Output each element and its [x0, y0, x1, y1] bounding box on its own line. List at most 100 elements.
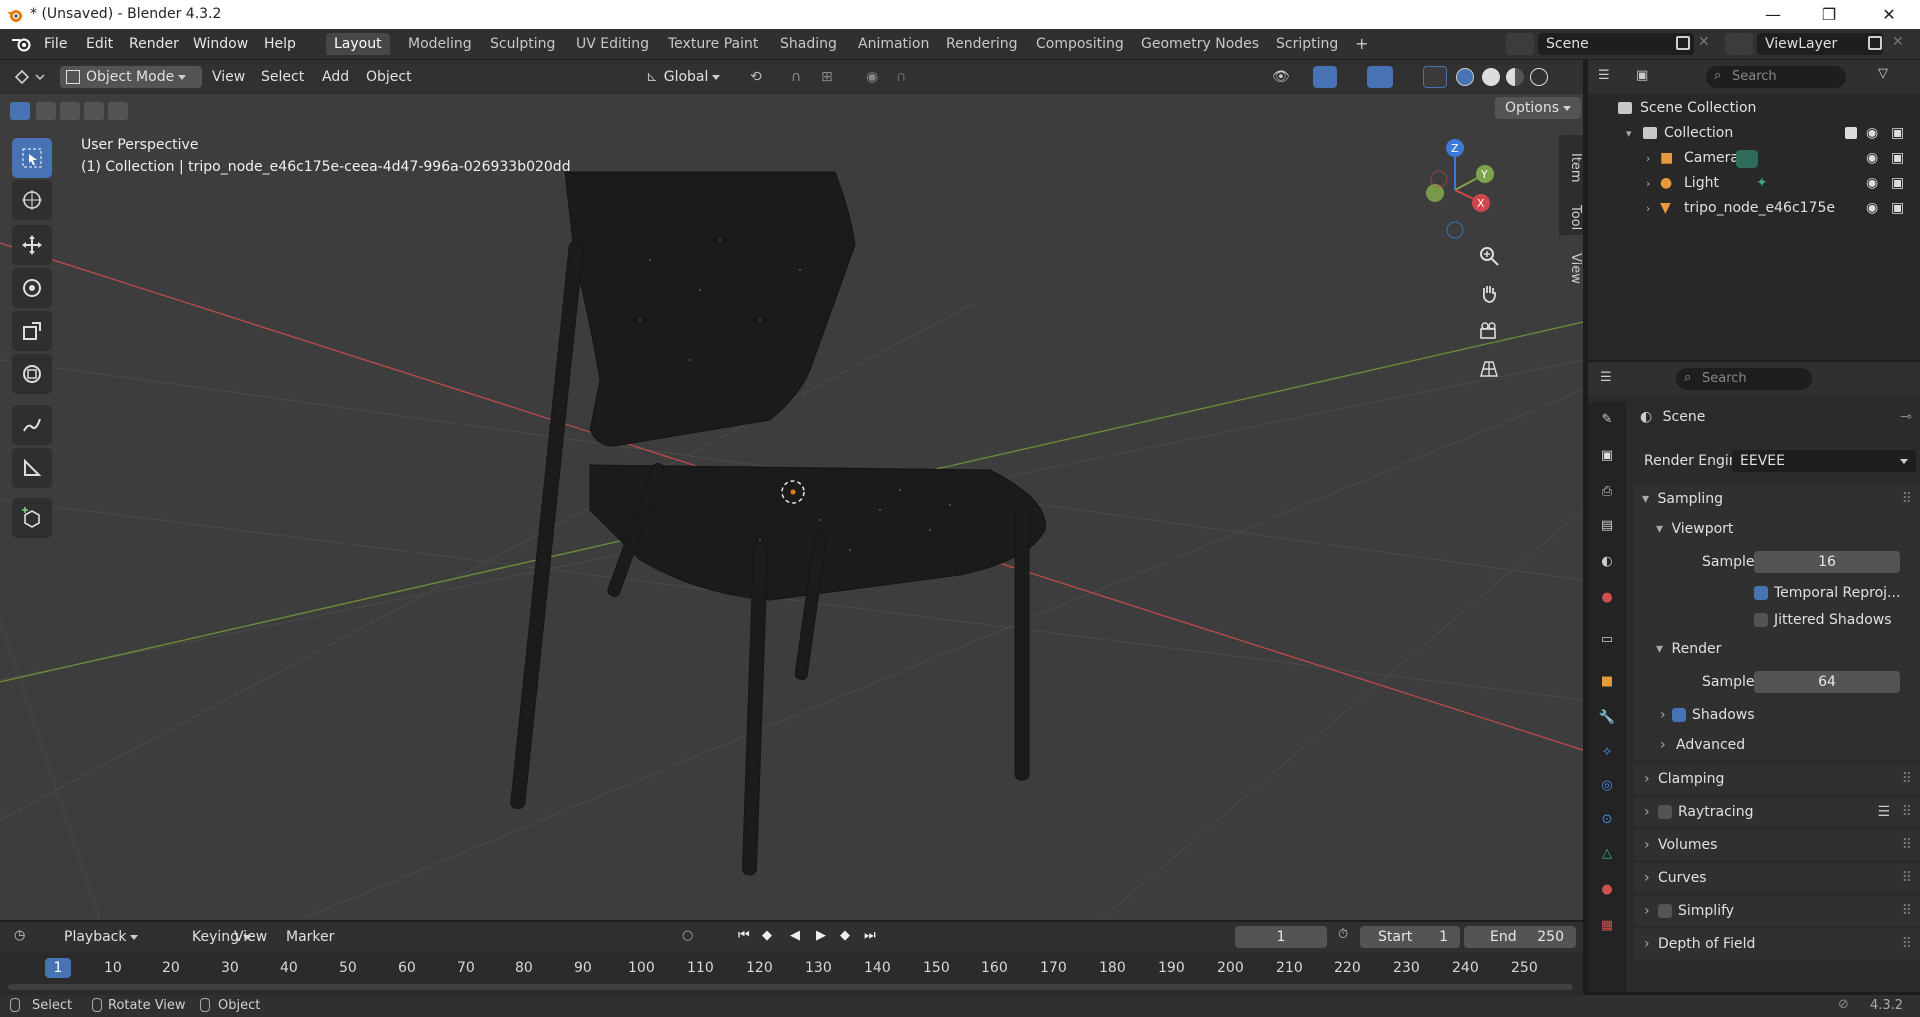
mesh-expand-icon[interactable]: › — [1646, 196, 1650, 221]
simplify-checkbox[interactable] — [1658, 904, 1672, 918]
tab-animation[interactable]: Animation — [850, 33, 937, 55]
particles-tab-icon[interactable]: ⟡ — [1596, 740, 1618, 762]
annotate-tool[interactable] — [12, 405, 52, 445]
viewport-menu-add[interactable]: Add — [316, 66, 355, 88]
options-dropdown[interactable]: Options — [1495, 97, 1582, 119]
collection-expand-icon[interactable]: ▾ — [1626, 121, 1632, 146]
clamping-drag-handle-icon[interactable]: ⠿ — [1902, 764, 1912, 794]
viewlayer-browse-icon[interactable] — [1725, 33, 1753, 55]
stopwatch-icon[interactable]: ⏱ — [1338, 927, 1348, 942]
light-render-icon[interactable]: ▣ — [1891, 171, 1904, 196]
outliner-row-scene-collection[interactable]: Scene Collection — [1588, 96, 1920, 121]
data-tab-icon[interactable]: △ — [1596, 842, 1618, 864]
tab-uv-editing[interactable]: UV Editing — [568, 33, 657, 55]
presets-list-icon[interactable]: ☰ — [1877, 797, 1890, 827]
constraints-tab-icon[interactable]: ⊙ — [1596, 808, 1618, 830]
move-tool[interactable] — [12, 225, 52, 265]
shadows-subpanel-header[interactable]: › Shadows — [1634, 700, 1920, 730]
solid-shading-icon[interactable] — [1482, 68, 1500, 86]
timeline-scrollbar[interactable] — [8, 984, 1573, 990]
tab-compositing[interactable]: Compositing — [1028, 33, 1132, 55]
measure-tool[interactable] — [12, 448, 52, 488]
filter-icon[interactable]: ▽ — [1878, 66, 1888, 81]
world-tab-icon[interactable]: ● — [1596, 586, 1618, 608]
gizmo-toggle-icon[interactable] — [1313, 66, 1337, 88]
object-mode-dropdown[interactable]: Object Mode — [60, 66, 202, 88]
tab-texture-paint[interactable]: Texture Paint — [660, 33, 766, 55]
dof-drag-handle-icon[interactable]: ⠿ — [1902, 929, 1912, 959]
render-tab-icon[interactable]: ▣ — [1596, 444, 1618, 466]
camera-view-icon[interactable] — [1472, 314, 1506, 348]
tab-modeling[interactable]: Modeling — [400, 33, 480, 55]
view-layer-tab-icon[interactable]: ▤ — [1596, 514, 1618, 536]
minimize-button[interactable]: — — [1750, 0, 1796, 29]
editor-type-icon[interactable] — [14, 68, 48, 86]
collection-tab-icon[interactable]: ▭ — [1596, 628, 1618, 650]
blender-menu-icon[interactable] — [12, 36, 32, 52]
pivot-point-icon[interactable]: ⟲ — [744, 66, 768, 88]
overlay-toggle-icon[interactable] — [1367, 66, 1393, 88]
output-tab-icon[interactable]: ⎙ — [1596, 480, 1618, 502]
snap-icon[interactable]: ∩ — [785, 66, 807, 88]
material-shading-icon[interactable] — [1506, 68, 1524, 86]
jump-to-start-icon[interactable]: ⏮ — [738, 928, 750, 943]
mesh-render-icon[interactable]: ▣ — [1891, 196, 1904, 221]
snap-target-icon[interactable]: ⊞ — [815, 66, 839, 88]
wireframe-shading-icon[interactable] — [1456, 68, 1474, 86]
menu-render[interactable]: Render — [123, 34, 185, 54]
jump-to-end-icon[interactable]: ⏭ — [864, 928, 876, 943]
curves-drag-handle-icon[interactable]: ⠿ — [1902, 863, 1912, 893]
scene-browse-icon[interactable] — [1506, 33, 1534, 55]
new-viewlayer-icon[interactable] — [1868, 36, 1882, 50]
tab-sculpting[interactable]: Sculpting — [482, 33, 563, 55]
render-subpanel-header[interactable]: ▾ Render — [1634, 634, 1920, 664]
auto-keying-icon[interactable]: ○ — [682, 928, 693, 943]
transform-tool[interactable] — [12, 354, 52, 394]
mesh-visibility-icon[interactable]: ◉ — [1866, 196, 1878, 221]
volumes-drag-handle-icon[interactable]: ⠿ — [1902, 830, 1912, 860]
end-frame-field[interactable]: End 250 — [1464, 926, 1576, 948]
depth-of-field-panel-header[interactable]: › Depth of Field ⠿ — [1634, 929, 1920, 959]
raytracing-checkbox[interactable] — [1658, 805, 1672, 819]
transform-orientation-dropdown[interactable]: ⊾ Global — [640, 66, 726, 88]
scale-tool[interactable] — [12, 311, 52, 351]
volumes-panel-header[interactable]: › Volumes ⠿ — [1634, 830, 1920, 860]
temporal-reprojection-row[interactable]: Temporal Reproj... — [1634, 580, 1920, 606]
menu-window[interactable]: Window — [187, 34, 254, 54]
timeline-editor-type-icon[interactable]: ◷ — [14, 928, 25, 943]
select-intersect-icon[interactable] — [108, 102, 128, 120]
3d-viewport[interactable]: Object Mode View Select Add Object ⊾ Glob… — [0, 60, 1583, 920]
pin-icon[interactable]: ⊸ — [1900, 402, 1912, 432]
rotate-tool[interactable] — [12, 268, 52, 308]
camera-expand-icon[interactable]: › — [1646, 146, 1650, 171]
drag-handle-icon[interactable]: ⠿ — [1902, 484, 1912, 514]
object-tab-icon[interactable]: ■ — [1596, 670, 1618, 692]
viewport-menu-select[interactable]: Select — [255, 66, 310, 88]
jittered-shadows-checkbox[interactable] — [1754, 613, 1768, 627]
playback-dropdown[interactable]: Playback — [58, 926, 144, 948]
ortho-toggle-grid-icon[interactable] — [1472, 352, 1506, 386]
play-reverse-icon[interactable]: ◀ — [790, 928, 800, 943]
light-visibility-icon[interactable]: ◉ — [1866, 171, 1878, 196]
viewport-samples-field[interactable]: 16 — [1754, 551, 1900, 573]
add-workspace-button[interactable]: + — [1347, 33, 1376, 55]
outliner-row-mesh[interactable]: › ▼ tripo_node_e46c175e ◉ ▣ — [1588, 196, 1920, 221]
advanced-subpanel-header[interactable]: › Advanced — [1634, 730, 1920, 760]
clamping-panel-header[interactable]: › Clamping ⠿ — [1634, 764, 1920, 794]
outliner-editor-type-icon[interactable]: ☰ — [1598, 68, 1628, 86]
next-keyframe-icon[interactable]: ◆ — [840, 928, 850, 943]
properties-search[interactable]: ⌕ Search — [1676, 368, 1812, 390]
falloff-icon[interactable]: ∩ — [890, 66, 912, 88]
outliner-row-collection[interactable]: ▾ Collection ◉ ▣ — [1588, 121, 1920, 146]
add-cube-tool[interactable] — [12, 498, 52, 538]
start-frame-field[interactable]: Start 1 — [1360, 926, 1460, 948]
xray-toggle-icon[interactable] — [1423, 66, 1447, 88]
viewport-menu-view[interactable]: View — [206, 66, 251, 88]
tab-scripting[interactable]: Scripting — [1268, 33, 1346, 55]
proportional-edit-icon[interactable]: ◉ — [860, 66, 884, 88]
timeline-menu-view[interactable]: View — [228, 926, 273, 948]
rendered-shading-icon[interactable] — [1530, 68, 1548, 86]
temporal-reprojection-checkbox[interactable] — [1754, 586, 1768, 600]
tab-shading[interactable]: Shading — [772, 33, 845, 55]
material-tab-icon[interactable]: ● — [1596, 878, 1618, 900]
